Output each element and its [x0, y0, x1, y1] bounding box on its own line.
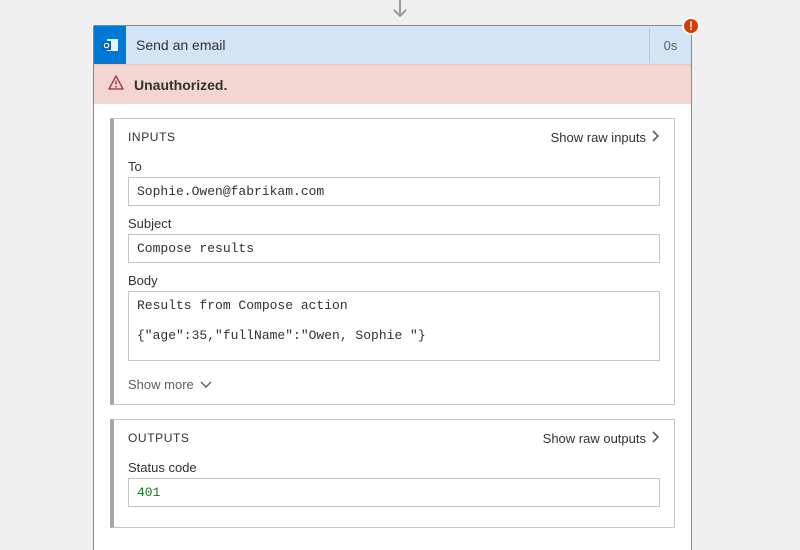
outputs-section: OUTPUTS Show raw outputs Status code 401	[110, 419, 675, 528]
chevron-right-icon	[652, 430, 660, 446]
to-field: To Sophie.Owen@fabrikam.com	[128, 159, 660, 206]
show-raw-outputs-link[interactable]: Show raw outputs	[543, 430, 660, 446]
inputs-section: INPUTS Show raw inputs To Sophie.Owen@fa…	[110, 118, 675, 405]
subject-label: Subject	[128, 216, 660, 231]
to-value[interactable]: Sophie.Owen@fabrikam.com	[128, 177, 660, 206]
chevron-right-icon	[652, 129, 660, 145]
chevron-down-icon	[200, 377, 212, 392]
status-code-field: Status code 401	[128, 460, 660, 507]
show-raw-outputs-label: Show raw outputs	[543, 431, 646, 446]
show-more-label: Show more	[128, 377, 194, 392]
status-code-label: Status code	[128, 460, 660, 475]
show-more-button[interactable]: Show more	[128, 371, 212, 394]
status-code-value[interactable]: 401	[128, 478, 660, 507]
error-banner: Unauthorized.	[94, 64, 691, 104]
inputs-heading: INPUTS	[128, 130, 176, 144]
outputs-heading: OUTPUTS	[128, 431, 190, 445]
to-label: To	[128, 159, 660, 174]
show-raw-inputs-label: Show raw inputs	[551, 130, 646, 145]
action-card: Send an email 0s ! Unauthorized. INPUTS …	[93, 25, 692, 550]
card-header[interactable]: Send an email 0s !	[94, 26, 691, 64]
body-label: Body	[128, 273, 660, 288]
card-title: Send an email	[126, 37, 649, 53]
error-badge-icon: !	[682, 17, 700, 35]
outlook-icon	[94, 26, 126, 64]
body-value[interactable]: Results from Compose action {"age":35,"f…	[128, 291, 660, 361]
flow-arrow-down-icon	[391, 0, 409, 25]
error-message: Unauthorized.	[134, 77, 227, 93]
warning-icon	[108, 75, 124, 94]
subject-value[interactable]: Compose results	[128, 234, 660, 263]
show-raw-inputs-link[interactable]: Show raw inputs	[551, 129, 660, 145]
subject-field: Subject Compose results	[128, 216, 660, 263]
body-field: Body Results from Compose action {"age":…	[128, 273, 660, 361]
